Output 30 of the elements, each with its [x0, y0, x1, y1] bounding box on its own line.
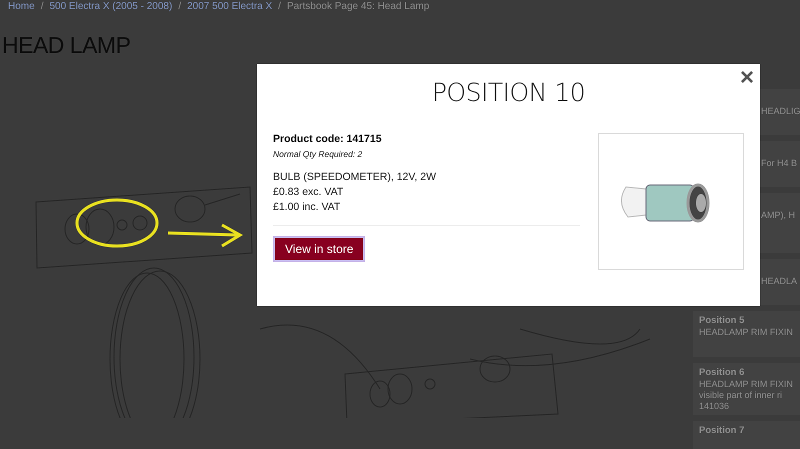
- part-description: HEADLA: [761, 276, 798, 286]
- product-code: Product code: 141715: [273, 133, 383, 145]
- parts-list-item[interactable]: Position 6 HEADLAMP RIM FIXIN visible part of inner ri 141036: [693, 363, 800, 415]
- close-button[interactable]: ×: [740, 66, 754, 90]
- breadcrumb-link[interactable]: 2007 500 Electra X: [187, 1, 272, 12]
- part-description: HEADLAMP RIM FIXIN: [699, 327, 793, 337]
- parts-list-item[interactable]: Position 5 HEADLAMP RIM FIXIN: [693, 311, 800, 357]
- part-description: visible part of inner ri: [699, 390, 782, 400]
- parts-list-item[interactable]: Position 7: [693, 421, 800, 449]
- price-including-vat: £1.00 inc. VAT: [273, 201, 342, 213]
- view-in-store-button[interactable]: View in store: [273, 236, 366, 262]
- position-title: Position 6: [699, 367, 746, 378]
- breadcrumb-separator: /: [278, 1, 281, 12]
- part-description: 141036: [699, 401, 730, 411]
- product-description: BULB (SPEEDOMETER), 12V, 2W: [273, 171, 437, 183]
- breadcrumb-separator: /: [178, 1, 182, 12]
- dialog-title: POSITION 10: [430, 78, 586, 107]
- breadcrumb-current: Partsbook Page 45: Head Lamp: [286, 1, 430, 12]
- position-title: Position 5: [699, 315, 746, 326]
- position-title: Position 7: [699, 425, 746, 436]
- part-description: HEADLIG: [761, 106, 800, 116]
- quantity-note: Normal Qty Required: 2: [273, 149, 364, 159]
- price-excluding-vat: £0.83 exc. VAT: [273, 186, 344, 198]
- breadcrumb-link[interactable]: 500 Electra X (2005 - 2008): [49, 1, 172, 12]
- part-description: For H4 B: [761, 158, 798, 168]
- breadcrumb-link[interactable]: Home: [8, 1, 35, 12]
- breadcrumb-separator: /: [40, 1, 44, 12]
- arrow-icon: [168, 224, 243, 248]
- part-description: AMP), H: [761, 210, 796, 220]
- part-description: HEADLAMP RIM FIXIN: [699, 379, 793, 389]
